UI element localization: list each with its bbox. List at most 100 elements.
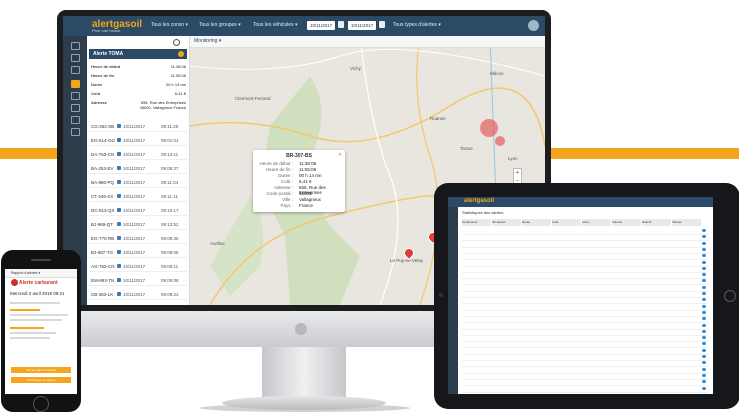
alert-type-filter[interactable]: Tous types d'alertes ▾ bbox=[393, 22, 441, 28]
vehicle-row[interactable]: BA-253-EV 10/11/2017 09:09:27 bbox=[89, 164, 187, 174]
settings-icon[interactable] bbox=[71, 116, 80, 124]
app-logo[interactable]: alertgasoil bbox=[464, 198, 494, 204]
eye-icon[interactable] bbox=[702, 273, 706, 277]
vehicle-date: 10/11/2017 bbox=[123, 166, 146, 171]
vehicle-row[interactable]: CT-449-XX 10/11/2017 09:11:11 bbox=[89, 192, 187, 202]
report-date: Mercredi 2 avril 2019 09:21 bbox=[10, 291, 65, 296]
eye-icon[interactable] bbox=[702, 355, 706, 358]
eye-icon[interactable] bbox=[702, 247, 706, 251]
vehicle-plate: BJ-587-TG bbox=[91, 250, 114, 255]
column-header[interactable]: Nb alertes bbox=[492, 219, 521, 226]
home-button[interactable] bbox=[724, 290, 736, 302]
download-report-button[interactable]: Télécharger le rapport bbox=[11, 377, 71, 383]
column-header[interactable]: Ralenti bbox=[642, 219, 671, 226]
eye-icon[interactable] bbox=[702, 229, 706, 232]
vehicle-row[interactable]: DA-753-CN 10/11/2017 09:14:11 bbox=[89, 150, 187, 160]
dashboard-icon[interactable] bbox=[71, 54, 80, 62]
column-header[interactable]: Coût bbox=[552, 219, 581, 226]
eye-icon[interactable] bbox=[702, 279, 706, 283]
popup-key: Pays : bbox=[280, 203, 293, 208]
nav-groups-dropdown[interactable]: Tous les groupes ▾ bbox=[199, 22, 241, 28]
popup-key: Durée : bbox=[278, 173, 293, 178]
map-mode-dropdown[interactable]: Monitoring ▾ bbox=[194, 38, 221, 44]
vehicle-time: 09:11:28 bbox=[161, 124, 179, 129]
column-header[interactable]: Vitesse bbox=[672, 219, 701, 226]
popup-value: 11:55:06 bbox=[299, 167, 317, 172]
map-icon[interactable] bbox=[71, 66, 80, 74]
avatar[interactable] bbox=[528, 20, 539, 31]
vehicle-list: Alerte TOMA Heure de début 11:38:06 Heure… bbox=[87, 36, 190, 305]
date-to-input[interactable]: 10/11/2017 bbox=[348, 21, 377, 30]
app-logo[interactable]: alertgasoil Pour une bonne bbox=[92, 19, 142, 33]
alert-icon[interactable] bbox=[71, 80, 80, 88]
column-header[interactable]: Conducteur bbox=[462, 219, 491, 226]
popup-value: 00 h 14 mn bbox=[299, 173, 322, 178]
wrench-icon[interactable] bbox=[71, 92, 80, 100]
vehicle-row[interactable]: EG-770-RB 10/11/2017 09:09:36 bbox=[89, 234, 187, 244]
eye-icon[interactable] bbox=[702, 348, 706, 352]
selected-vehicle-header[interactable]: Alerte TOMA bbox=[89, 49, 187, 59]
vehicle-row[interactable]: EM-893-TN 10/11/2017 09:09:08 bbox=[89, 276, 187, 286]
alert-cluster[interactable] bbox=[495, 136, 505, 146]
eye-icon[interactable] bbox=[702, 386, 706, 390]
vehicle-row[interactable]: AG-753-CN 10/11/2017 09:09:11 bbox=[89, 262, 187, 272]
eye-icon[interactable] bbox=[702, 254, 706, 258]
column-header[interactable]: Litres bbox=[582, 219, 611, 226]
view-report-button[interactable]: Voir le rapport complet bbox=[11, 367, 71, 373]
eye-icon[interactable] bbox=[702, 329, 706, 333]
menu-icon[interactable] bbox=[71, 42, 80, 50]
imac-stand bbox=[262, 347, 346, 399]
text-line bbox=[10, 314, 68, 316]
sidebar-rail bbox=[448, 207, 458, 394]
text-line bbox=[10, 319, 62, 321]
calendar-icon[interactable] bbox=[338, 21, 344, 28]
calendar-icon bbox=[117, 152, 121, 156]
vehicle-plate: BJ-969-QT bbox=[91, 222, 114, 227]
popup-value: Vallagneux bbox=[299, 197, 321, 202]
eye-icon[interactable] bbox=[702, 317, 706, 321]
vehicle-time: 09:09:08 bbox=[161, 278, 179, 283]
vehicle-row[interactable]: CG-252-SB 10/11/2017 09:11:28 bbox=[89, 122, 187, 132]
eye-icon[interactable] bbox=[702, 241, 706, 245]
date-from-input[interactable]: 10/11/2017 bbox=[307, 21, 336, 30]
calendar-icon bbox=[117, 236, 121, 240]
eye-icon[interactable] bbox=[702, 266, 706, 270]
home-button[interactable] bbox=[33, 396, 49, 412]
eye-icon[interactable] bbox=[702, 260, 706, 264]
vehicle-time: 09:11:04 bbox=[161, 180, 179, 185]
nav-vehicles-dropdown[interactable]: Tous les véhicules ▾ bbox=[253, 22, 297, 28]
eye-icon[interactable] bbox=[702, 323, 706, 327]
close-icon[interactable]: ✕ bbox=[338, 152, 342, 158]
chart-icon[interactable] bbox=[71, 104, 80, 112]
vehicle-row[interactable]: CB-353-LK 10/11/2017 09:09:22 bbox=[89, 290, 187, 300]
eye-icon[interactable] bbox=[702, 310, 706, 314]
eye-icon[interactable] bbox=[702, 380, 706, 384]
eye-icon[interactable] bbox=[702, 336, 706, 340]
vehicle-row[interactable]: BJ-587-TG 10/11/2017 09:09:06 bbox=[89, 248, 187, 258]
vehicle-row[interactable]: BJ-969-QT 10/11/2017 09:13:52 bbox=[89, 220, 187, 230]
text-line bbox=[10, 332, 56, 334]
column-header[interactable]: Durée bbox=[522, 219, 551, 226]
vehicle-row[interactable]: DC-513-QX 10/11/2017 09:10:17 bbox=[89, 206, 187, 216]
table-row[interactable] bbox=[462, 386, 708, 393]
calendar-icon bbox=[117, 208, 121, 212]
eye-icon[interactable] bbox=[702, 285, 706, 289]
eye-icon[interactable] bbox=[702, 298, 706, 302]
vehicle-row[interactable]: EG-514-GG 10/11/2017 09:01:01 bbox=[89, 136, 187, 146]
vehicle-time: 09:09:11 bbox=[161, 264, 179, 269]
eye-icon[interactable] bbox=[702, 304, 706, 308]
nav-conso-dropdown[interactable]: Tous les conso ▾ bbox=[151, 22, 188, 28]
eye-icon[interactable] bbox=[702, 367, 706, 371]
detail-row: Durée 00 h 14 mn bbox=[91, 82, 186, 87]
eye-icon[interactable] bbox=[702, 373, 706, 377]
eye-icon[interactable] bbox=[702, 292, 706, 295]
vehicle-row[interactable]: BA-880-PQ 10/11/2017 09:11:04 bbox=[89, 178, 187, 188]
column-header[interactable]: Volume bbox=[612, 219, 641, 226]
alert-cluster[interactable] bbox=[480, 119, 498, 137]
calendar-icon[interactable] bbox=[379, 21, 385, 28]
eye-icon[interactable] bbox=[702, 361, 706, 365]
eye-icon[interactable] bbox=[702, 235, 706, 239]
card-icon[interactable] bbox=[71, 128, 80, 136]
eye-icon[interactable] bbox=[702, 342, 706, 346]
search-icon[interactable] bbox=[173, 39, 180, 46]
